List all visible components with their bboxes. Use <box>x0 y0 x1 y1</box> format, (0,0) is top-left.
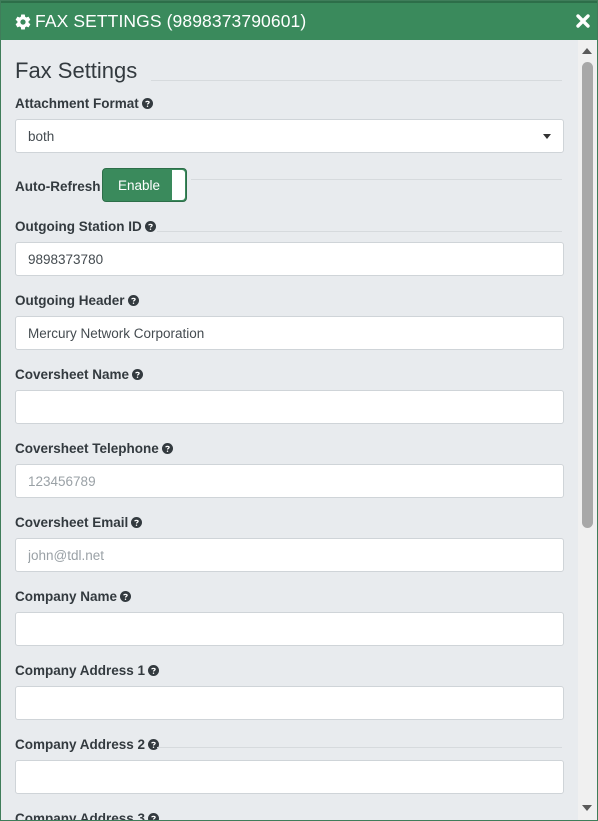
company-address-1-label: Company Address 1 <box>15 663 160 678</box>
company-address-2-label: Company Address 2 <box>15 737 160 752</box>
help-icon[interactable] <box>120 591 132 602</box>
help-icon[interactable] <box>161 443 173 454</box>
coversheet-telephone-label: Coversheet Telephone <box>15 441 173 456</box>
outgoing-station-id-input[interactable] <box>15 242 564 276</box>
attachment-format-label: Attachment Format <box>15 96 153 111</box>
close-x-icon[interactable] <box>575 13 591 29</box>
auto-refresh-label-text: Auto-Refresh <box>15 179 101 194</box>
dialog-body: Fax Settings Attachment Format both Auto… <box>1 40 579 820</box>
chevron-down-icon <box>543 134 551 139</box>
help-icon[interactable] <box>148 739 160 750</box>
coversheet-name-label: Coversheet Name <box>15 367 144 382</box>
page-title: Fax Settings <box>15 58 138 83</box>
company-address-1-label-text: Company Address 1 <box>15 663 146 678</box>
help-icon[interactable] <box>127 295 139 306</box>
coversheet-name-label-text: Coversheet Name <box>15 367 130 382</box>
fax-settings-dialog: FAX SETTINGS (9898373790601) Fax Setting… <box>0 0 598 821</box>
help-icon[interactable] <box>148 813 160 820</box>
coversheet-email-label-text: Coversheet Email <box>15 515 129 530</box>
coversheet-email-label: Coversheet Email <box>15 515 143 530</box>
company-name-label: Company Name <box>15 589 132 604</box>
company-address-3-label: Company Address 3 <box>15 811 160 820</box>
toggle-knob[interactable] <box>172 170 185 200</box>
coversheet-email-input[interactable] <box>15 538 564 572</box>
attachment-format-select[interactable]: both <box>15 119 564 153</box>
company-address-2-divider <box>157 747 562 748</box>
outgoing-station-id-label: Outgoing Station ID <box>15 219 156 234</box>
help-icon[interactable] <box>131 517 143 528</box>
company-address-2-input[interactable] <box>15 760 564 794</box>
attachment-format-value: both <box>28 128 55 144</box>
company-address-3-label-text: Company Address 3 <box>15 811 146 820</box>
outgoing-station-id-divider <box>157 231 562 232</box>
gear-icon <box>15 14 31 30</box>
dialog-titlebar: FAX SETTINGS (9898373790601) <box>1 1 597 40</box>
help-icon[interactable] <box>141 98 153 109</box>
dialog-title: FAX SETTINGS (9898373790601) <box>35 11 307 31</box>
heading-divider <box>151 80 562 81</box>
coversheet-name-input[interactable] <box>15 390 564 424</box>
close-button[interactable] <box>572 10 594 32</box>
vertical-scrollbar[interactable] <box>578 40 597 820</box>
help-icon[interactable] <box>132 369 144 380</box>
outgoing-station-id-label-text: Outgoing Station ID <box>15 219 142 234</box>
company-address-2-label-text: Company Address 2 <box>15 737 146 752</box>
outgoing-header-input[interactable] <box>15 316 564 350</box>
outgoing-header-label-text: Outgoing Header <box>15 293 125 308</box>
scroll-down-arrow-icon[interactable] <box>582 805 592 811</box>
auto-refresh-toggle[interactable]: Enable <box>102 168 187 202</box>
coversheet-telephone-input[interactable] <box>15 464 564 498</box>
help-icon[interactable] <box>148 665 160 676</box>
scrollbar-thumb[interactable] <box>582 62 593 528</box>
attachment-format-label-text: Attachment Format <box>15 96 139 111</box>
scroll-up-arrow-icon[interactable] <box>582 48 592 54</box>
coversheet-telephone-label-text: Coversheet Telephone <box>15 441 159 456</box>
toggle-label: Enable <box>118 178 161 193</box>
company-name-label-text: Company Name <box>15 589 118 604</box>
auto-refresh-label: Auto-Refresh <box>15 179 101 194</box>
company-name-input[interactable] <box>15 612 564 646</box>
auto-refresh-divider <box>191 179 562 180</box>
outgoing-header-label: Outgoing Header <box>15 293 139 308</box>
help-icon[interactable] <box>144 221 156 232</box>
company-address-1-input[interactable] <box>15 686 564 720</box>
